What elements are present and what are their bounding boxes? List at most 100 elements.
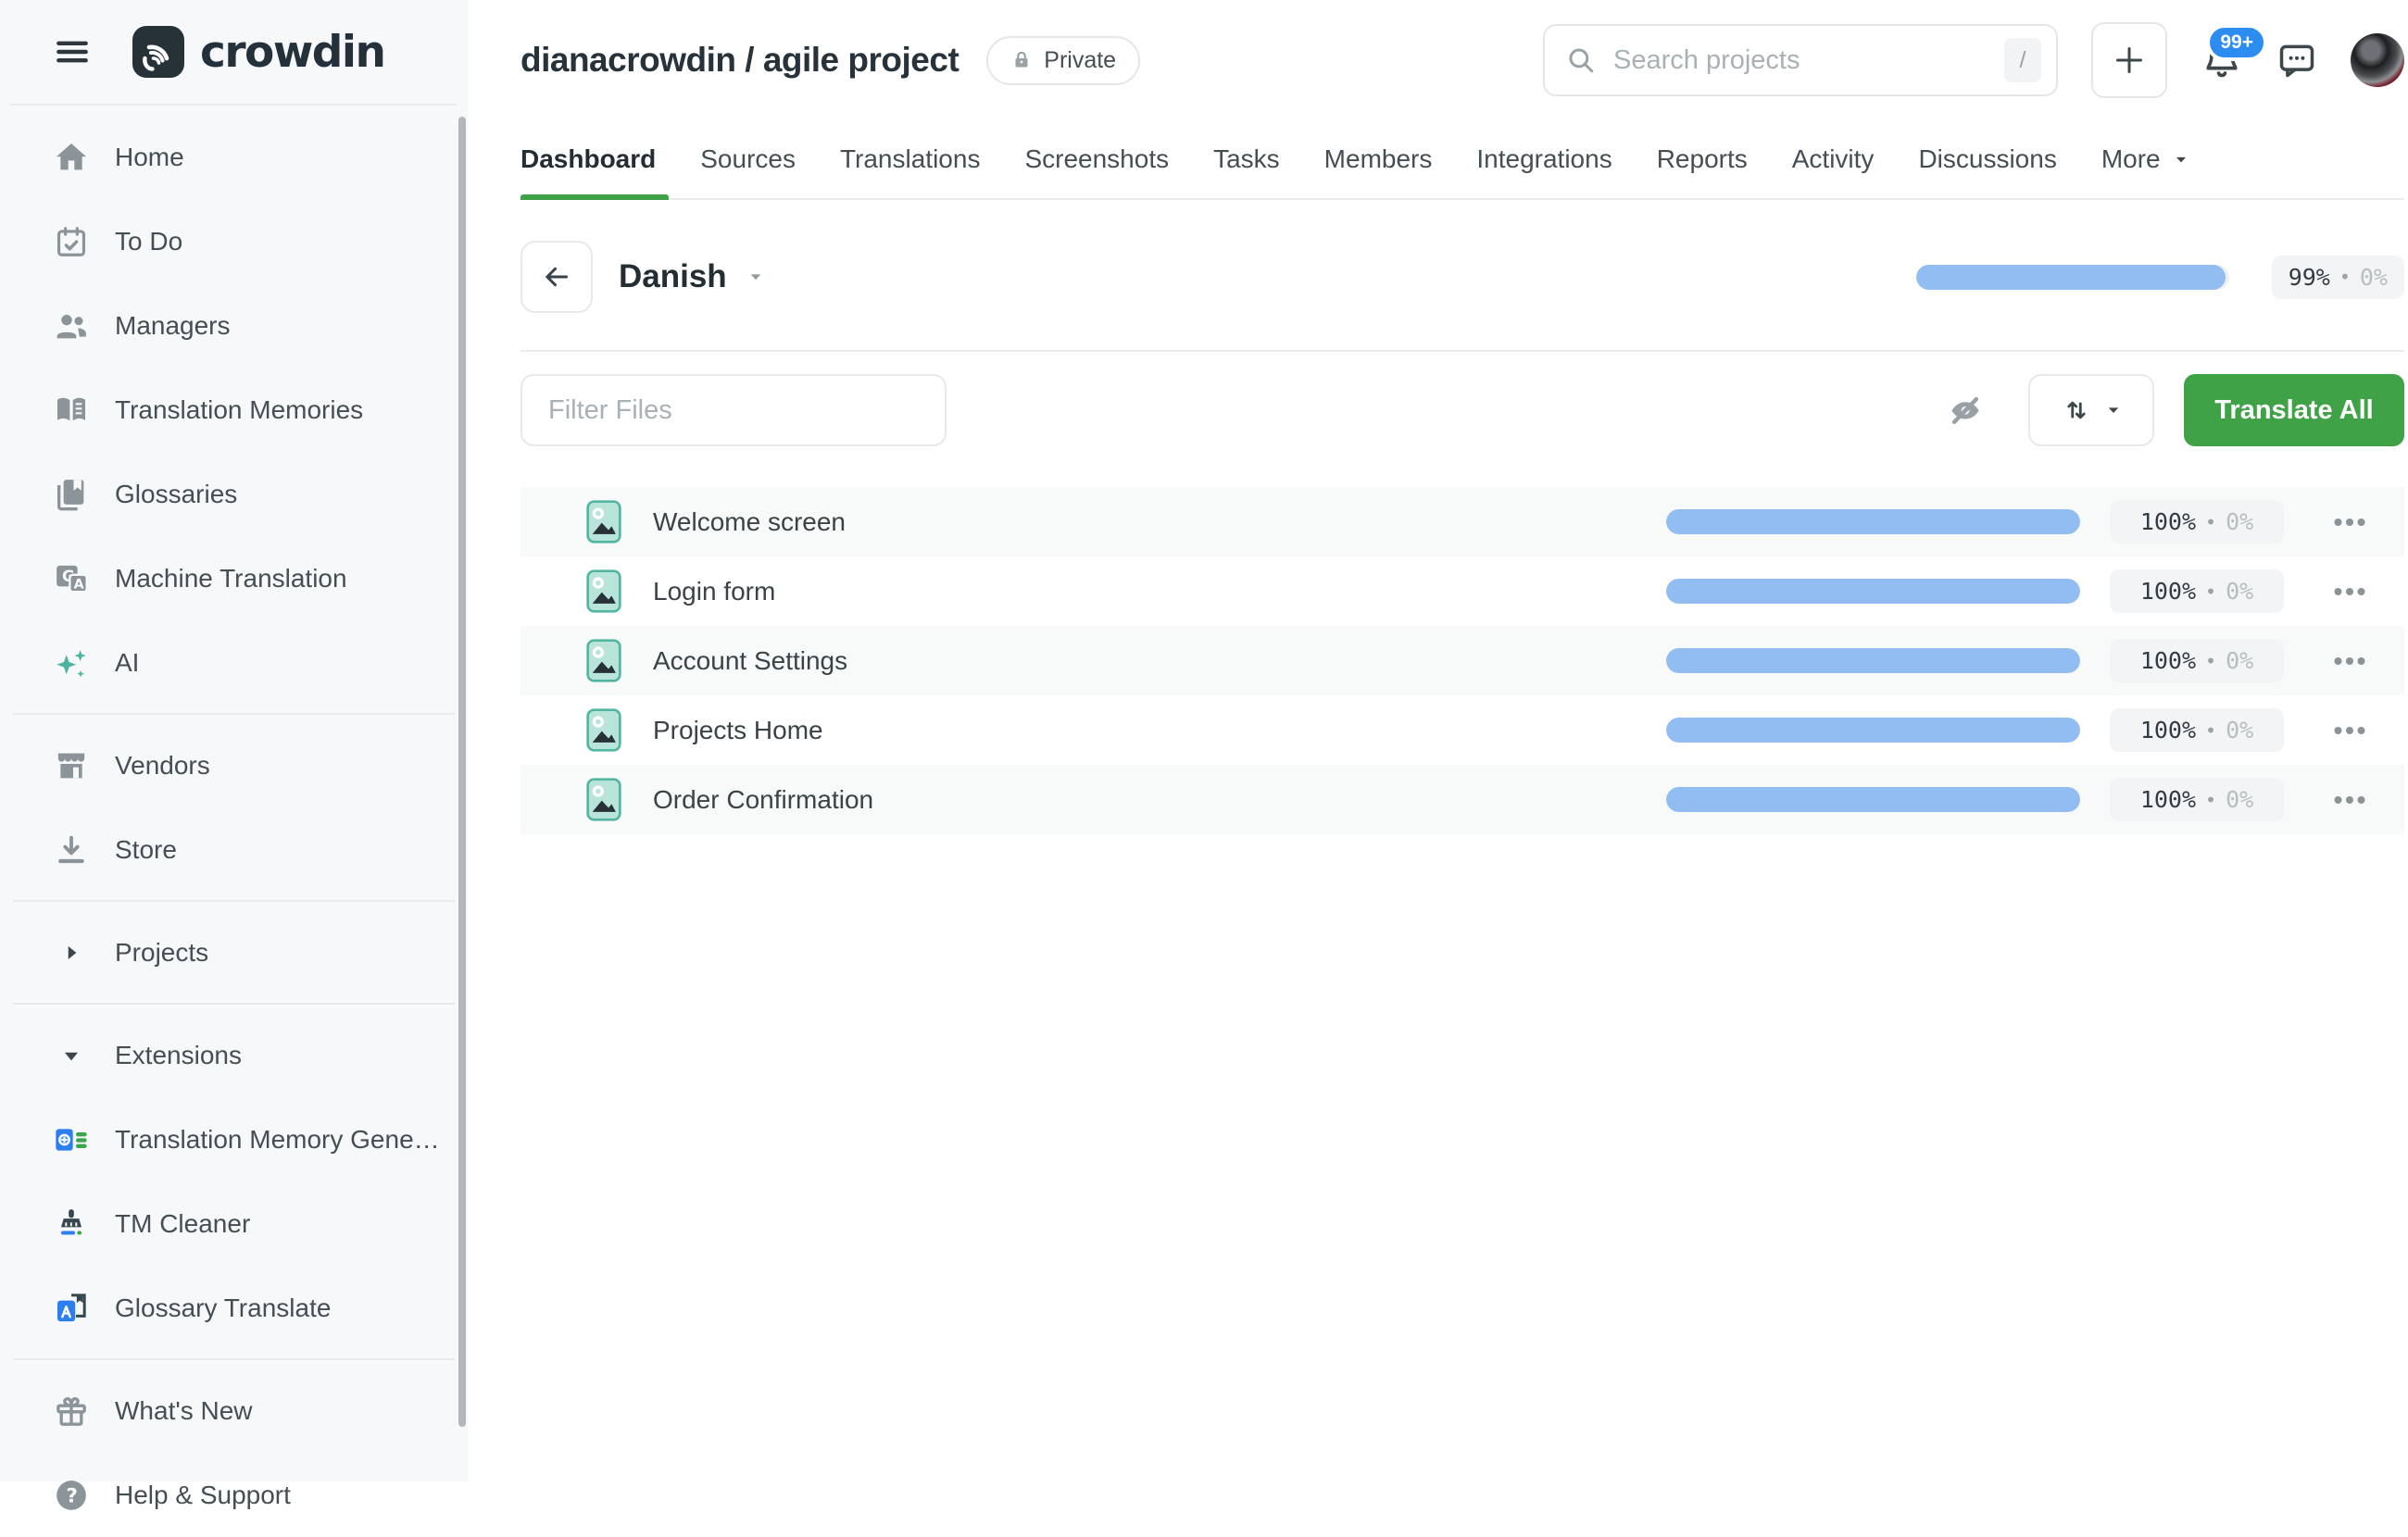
sidebar-item-home[interactable]: Home [0, 115, 468, 199]
tab-discussions[interactable]: Discussions [1896, 120, 2078, 198]
file-menu-button[interactable] [2332, 518, 2367, 527]
crowdin-wordmark: crowdin [200, 27, 384, 78]
sidebar-item-projects[interactable]: Projects [0, 910, 468, 994]
file-menu-button[interactable] [2332, 656, 2367, 666]
ellipsis-icon [2332, 518, 2367, 527]
file-progress [1666, 718, 2080, 743]
file-row: Login form 100% • 0% [520, 556, 2404, 626]
sort-button[interactable] [2028, 374, 2154, 446]
file-name[interactable]: Projects Home [653, 716, 823, 745]
sidebar-item-machine-translation[interactable]: GA Machine Translation [0, 536, 468, 620]
sidebar-item-extensions[interactable]: Extensions [0, 1013, 468, 1097]
tab-tasks[interactable]: Tasks [1191, 120, 1302, 198]
sidebar-item-translation-memory-generator[interactable]: Translation Memory Gene… [0, 1097, 468, 1181]
sidebar-item-translation-memories[interactable]: Translation Memories [0, 368, 468, 452]
hamburger-icon [52, 31, 93, 72]
file-name[interactable]: Order Confirmation [653, 785, 873, 815]
hide-completed-toggle[interactable] [1945, 390, 1986, 431]
sidebar-divider [13, 713, 455, 715]
language-progress-fill [1916, 265, 2226, 290]
language-progress-bar [1916, 265, 2229, 290]
file-progress-fill [1666, 718, 2080, 743]
language-selector[interactable]: Danish [619, 258, 764, 295]
sidebar-item-glossary-translate[interactable]: Glossary Translate [0, 1266, 468, 1350]
svg-text:?: ? [66, 1484, 78, 1507]
hamburger-menu-button[interactable] [48, 28, 96, 76]
search-input[interactable] [1612, 44, 2004, 77]
ellipsis-icon [2332, 795, 2367, 805]
file-progress [1666, 787, 2080, 812]
file-progress-fill [1666, 648, 2080, 673]
notifications-button[interactable]: 99+ [2201, 39, 2243, 81]
eye-off-icon [1945, 390, 1986, 431]
home-icon [52, 139, 91, 176]
sidebar-item-help-support[interactable]: ? Help & Support [0, 1453, 468, 1537]
file-progress-fill [1666, 509, 2080, 534]
user-avatar[interactable] [2351, 33, 2404, 87]
crowdin-logo[interactable]: crowdin [132, 25, 384, 79]
tab-sources[interactable]: Sources [678, 120, 818, 198]
file-progress-label: 100% • 0% [2110, 708, 2284, 752]
search-box: / [1543, 24, 2058, 96]
lock-icon [1010, 49, 1033, 71]
tab-members[interactable]: Members [1302, 120, 1455, 198]
caret-down-icon [52, 1043, 91, 1068]
screenshot-file-icon [586, 639, 621, 682]
ellipsis-icon [2332, 587, 2367, 596]
sidebar-scrollbar[interactable] [458, 117, 466, 1427]
sidebar-item-ai[interactable]: AI [0, 620, 468, 705]
sidebar-item-glossaries[interactable]: Glossaries [0, 452, 468, 536]
tab-more[interactable]: More [2079, 120, 2213, 198]
file-menu-button[interactable] [2332, 726, 2367, 735]
glossary-translate-icon [52, 1290, 91, 1327]
sidebar-divider [13, 900, 455, 902]
create-project-button[interactable] [2091, 22, 2167, 98]
file-name[interactable]: Welcome screen [653, 507, 846, 537]
file-row: Welcome screen 100% • 0% [520, 487, 2404, 556]
page-title: dianacrowdin / agile project [520, 41, 959, 80]
chevron-down-icon [2172, 150, 2190, 169]
file-name[interactable]: Account Settings [653, 646, 847, 676]
language-progress: 99% • 0% [1916, 256, 2404, 299]
messages-button[interactable] [2276, 40, 2317, 81]
sidebar-item-managers[interactable]: Managers [0, 283, 468, 368]
file-progress-fill [1666, 579, 2080, 604]
tab-screenshots[interactable]: Screenshots [1002, 120, 1191, 198]
search-shortcut-hint: / [2004, 38, 2041, 82]
header-actions: / 99+ [1543, 22, 2404, 98]
ellipsis-icon [2332, 726, 2367, 735]
project-header: dianacrowdin / agile project Private / 9… [520, 0, 2404, 120]
sidebar-item-whats-new[interactable]: What's New [0, 1368, 468, 1453]
file-progress-fill [1666, 787, 2080, 812]
sort-arrows-icon [2061, 394, 2092, 426]
language-progress-label: 99% • 0% [2272, 256, 2404, 299]
help-question-icon: ? [52, 1477, 91, 1514]
sidebar-divider [13, 1358, 455, 1360]
plus-icon [2111, 42, 2148, 79]
ellipsis-icon [2332, 656, 2367, 666]
file-progress-label: 100% • 0% [2110, 569, 2284, 613]
tab-translations[interactable]: Translations [818, 120, 1002, 198]
tab-integrations[interactable]: Integrations [1454, 120, 1634, 198]
file-row: Order Confirmation 100% • 0% [520, 765, 2404, 834]
file-row: Projects Home 100% • 0% [520, 695, 2404, 765]
sidebar-item-todo[interactable]: To Do [0, 199, 468, 283]
filter-files-input[interactable] [520, 374, 947, 446]
translate-all-button[interactable]: Translate All [2184, 374, 2404, 446]
file-name[interactable]: Login form [653, 577, 775, 606]
privacy-badge: Private [986, 36, 1140, 85]
file-menu-button[interactable] [2332, 587, 2367, 596]
sidebar-item-tm-cleaner[interactable]: TM Cleaner [0, 1181, 468, 1266]
project-tabs: Dashboard Sources Translations Screensho… [520, 120, 2404, 200]
tab-dashboard[interactable]: Dashboard [520, 120, 678, 198]
tab-activity[interactable]: Activity [1770, 120, 1897, 198]
file-menu-button[interactable] [2332, 795, 2367, 805]
sidebar-item-vendors[interactable]: Vendors [0, 723, 468, 807]
sidebar-item-store[interactable]: Store [0, 807, 468, 892]
file-progress-label: 100% • 0% [2110, 778, 2284, 821]
sidebar-nav: Home To Do Managers Translation Memories… [0, 106, 468, 1537]
back-button[interactable] [520, 241, 593, 313]
file-progress-label: 100% • 0% [2110, 639, 2284, 682]
content-divider [520, 350, 2404, 352]
tab-reports[interactable]: Reports [1635, 120, 1770, 198]
